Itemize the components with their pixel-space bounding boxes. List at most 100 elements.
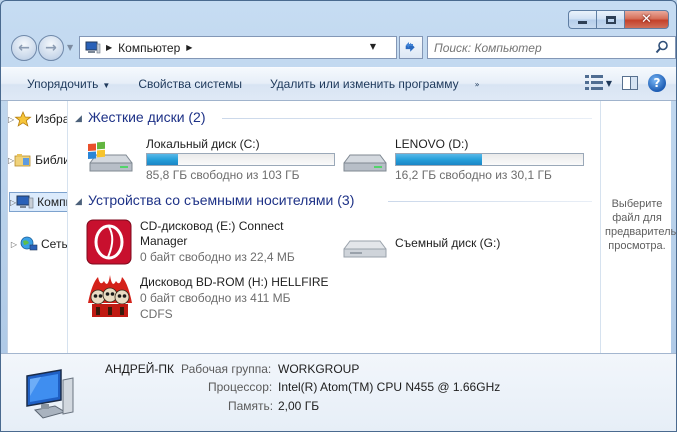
change-view-button[interactable]: ▼ [584, 75, 612, 91]
cpu-value: Intel(R) Atom(TM) CPU N455 @ 1.66GHz [278, 380, 501, 394]
system-properties-label: Свойства системы [138, 77, 242, 91]
navigation-pane: ▷ Избранное ▷ Библиотеки ▷ Компьютер [8, 101, 68, 353]
sidebar-item-label: Сеть [41, 237, 68, 251]
breadcrumb-chevron-icon[interactable]: ▶ [186, 43, 192, 52]
collapse-arrow-icon[interactable]: ◢ [75, 196, 82, 207]
drive-e[interactable]: CD-дисковод (E:) Connect Manager 0 байт … [86, 217, 336, 265]
ram-label: Память: [228, 399, 274, 413]
caption-buttons: ✕ [568, 10, 669, 29]
forward-button[interactable]: → [38, 35, 64, 61]
views-dropdown-icon[interactable]: ▼ [606, 79, 612, 88]
sidebar-item-computer[interactable]: ▷ Компьютер [9, 192, 67, 212]
preview-placeholder-text: Выберите файл для предварительного просм… [605, 198, 677, 252]
maximize-icon [605, 15, 616, 24]
drive-name: Съемный диск (G:) [395, 236, 501, 250]
navigation-bar: ← → ▼ ▶ Компьютер ▶ ▼ [9, 35, 676, 61]
close-button[interactable]: ✕ [624, 10, 669, 29]
expand-arrow-icon[interactable]: ▷ [8, 240, 20, 249]
search-icon[interactable] [655, 40, 669, 54]
drive-usage-bar [395, 153, 584, 166]
connect-manager-icon [86, 219, 132, 265]
explorer-window: ✕ ← → ▼ ▶ Компьютер ▶ ▼ Поиск: Компьютер… [0, 0, 677, 432]
group-title: Устройства со съемными носителями (3) [88, 192, 355, 208]
drive-h[interactable]: Дисковод BD-ROM (H:) HELLFIRE 0 байт сво… [86, 271, 366, 329]
drive-name: LENOVO (D:) [395, 137, 469, 151]
group-header-hard-drives[interactable]: ◢ Жесткие диски (2) [75, 109, 206, 125]
sidebar-item-label: Библиотеки [35, 153, 68, 167]
cpu-label: Процессор: [208, 380, 273, 394]
drive-free-space: 0 байт свободно из 411 МБ [140, 291, 291, 305]
drive-free-space: 0 байт свободно из 22,4 МБ [140, 250, 295, 264]
recent-pages-dropdown[interactable]: ▼ [67, 43, 73, 52]
drive-name-line1: CD-дисковод (E:) Connect [140, 219, 284, 233]
help-icon[interactable]: ? [648, 74, 666, 92]
breadcrumb-separator-icon[interactable]: ▶ [106, 43, 112, 52]
preview-pane-toggle-icon[interactable] [622, 76, 638, 90]
more-commands-icon[interactable]: » [475, 80, 480, 89]
search-input[interactable] [434, 40, 654, 55]
drive-name: Локальный диск (C:) [146, 137, 260, 151]
group-divider [388, 201, 592, 202]
star-icon [14, 111, 32, 127]
workgroup-label: Рабочая группа: [181, 362, 272, 376]
drive-usage-bar [146, 153, 335, 166]
content-view: ◢ Жесткие диски (2) Локальный диск (C:) … [70, 101, 600, 353]
breadcrumb-computer[interactable]: Компьютер [118, 41, 180, 55]
refresh-icon [405, 41, 415, 52]
workgroup-value: WORKGROUP [278, 362, 360, 376]
drive-g[interactable]: Съемный диск (G:) [340, 225, 590, 265]
drive-usage-fill [396, 154, 483, 165]
libraries-icon [14, 152, 32, 168]
address-dropdown-icon[interactable]: ▼ [370, 42, 376, 51]
group-header-removable[interactable]: ◢ Устройства со съемными носителями (3) [75, 192, 355, 208]
sidebar-item-label: Избранное [35, 112, 67, 126]
system-properties-button[interactable]: Свойства системы [124, 77, 256, 91]
sidebar-item-libraries[interactable]: ▷ Библиотеки [8, 150, 68, 170]
views-icon [584, 75, 603, 91]
hard-drive-icon [340, 139, 388, 175]
drive-filesystem: CDFS [140, 307, 173, 321]
network-icon [20, 236, 38, 252]
command-bar-right: ▼ ? [584, 74, 666, 92]
ram-value: 2,00 ГБ [278, 399, 320, 413]
sidebar-item-label: Компьютер [37, 195, 67, 209]
refresh-button[interactable] [399, 36, 423, 59]
back-button[interactable]: ← [11, 35, 37, 61]
removable-drive-icon [340, 231, 388, 263]
details-pane: АНДРЕЙ-ПК Рабочая группа: WORKGROUP Проц… [1, 353, 676, 431]
main-pane-area: ▷ Избранное ▷ Библиотеки ▷ Компьютер [7, 101, 677, 353]
drive-usage-fill [147, 154, 179, 165]
forward-arrow-icon: → [45, 40, 57, 56]
uninstall-program-label: Удалить или изменить программу [269, 77, 459, 91]
hellfire-icon [86, 273, 134, 321]
command-bar: Упорядочить ▼ Свойства системы Удалить ил… [1, 67, 676, 101]
sidebar-item-network[interactable]: ▷ Сеть [8, 234, 68, 254]
sidebar-item-favorites[interactable]: ▷ Избранное [8, 109, 67, 129]
organize-menu[interactable]: Упорядочить ▼ [1, 77, 124, 91]
computer-icon [85, 41, 101, 55]
uninstall-program-button[interactable]: Удалить или изменить программу [256, 77, 473, 91]
chevron-down-icon: ▼ [102, 81, 111, 90]
search-box[interactable] [427, 36, 676, 59]
computer-name: АНДРЕЙ-ПК [105, 362, 175, 376]
organize-label: Упорядочить [27, 77, 99, 91]
drive-c[interactable]: Локальный диск (C:) 85,8 ГБ свободно из … [86, 133, 336, 182]
drive-name: Дисковод BD-ROM (H:) HELLFIRE [140, 275, 329, 289]
address-bar[interactable]: ▶ Компьютер ▶ ▼ [79, 36, 397, 59]
group-title: Жесткие диски (2) [88, 109, 206, 125]
drive-free-space: 16,2 ГБ свободно из 30,1 ГБ [395, 168, 552, 182]
back-arrow-icon: ← [18, 40, 30, 56]
minimize-button[interactable] [568, 10, 596, 29]
drive-d[interactable]: LENOVO (D:) 16,2 ГБ свободно из 30,1 ГБ [340, 133, 590, 182]
computer-icon [16, 194, 34, 210]
close-icon: ✕ [641, 12, 652, 27]
drive-free-space: 85,8 ГБ свободно из 103 ГБ [146, 168, 300, 182]
collapse-arrow-icon[interactable]: ◢ [75, 113, 82, 124]
preview-pane: Выберите файл для предварительного просм… [600, 101, 677, 353]
drive-name-line2: Manager [140, 234, 188, 248]
computer-large-icon [21, 366, 77, 422]
minimize-icon [578, 21, 587, 24]
group-divider [222, 118, 592, 119]
maximize-button[interactable] [596, 10, 624, 29]
windows-drive-icon [86, 139, 134, 175]
